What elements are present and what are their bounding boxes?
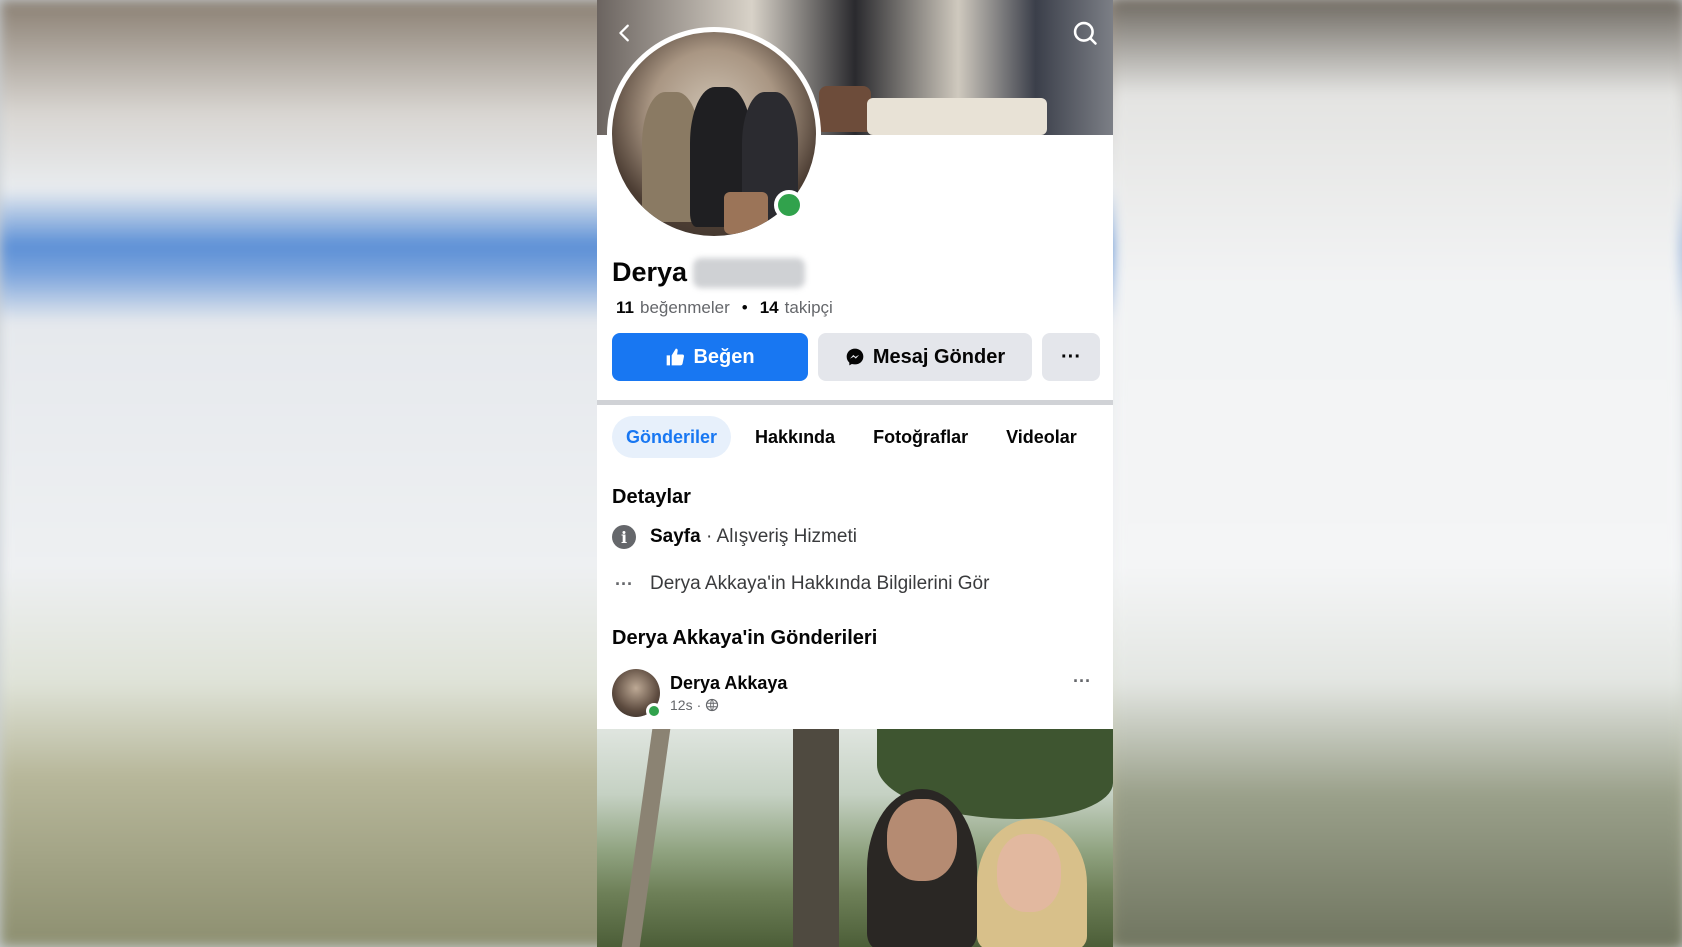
chevron-left-icon [619,24,629,42]
tab-photos[interactable]: Fotoğraflar [859,416,982,458]
search-button[interactable] [1067,15,1103,51]
send-message-button[interactable]: Mesaj Gönder [818,333,1032,381]
photo-tree-trunk [793,729,839,947]
post-meta-separator: · [696,697,702,713]
ellipsis-icon: ··· [1061,345,1081,368]
profile-stats: 11 beğenmeler • 14 takipçi [616,298,833,318]
page-category-row: i Sayfa · Alışveriş Hizmeti [612,525,857,549]
see-about-info-row[interactable]: ··· Derya Akkaya'in Hakkında Bilgilerini… [612,573,989,595]
tab-posts[interactable]: Gönderiler [612,416,732,458]
profile-actions: Beğen Mesaj Gönder ··· [612,333,1100,381]
send-message-label: Mesaj Gönder [872,345,1006,368]
followers-label[interactable]: takipçi [785,298,833,318]
post-author-name[interactable]: Derya Akkaya [670,673,787,694]
online-status-indicator [774,190,804,220]
ellipsis-icon: ··· [615,573,633,594]
thumbs-up-icon [667,348,685,366]
like-page-label: Beğen [693,345,755,368]
profile-name-row: Derya [612,257,806,288]
followers-count: 14 [759,298,779,317]
page-type-strong: Sayfa [650,526,701,547]
post-more-options-button[interactable]: ··· [1066,669,1098,693]
photo-tree-trunk-left [621,729,671,947]
messenger-icon [846,348,864,366]
likes-count: 11 [616,298,634,317]
post-meta: 12s · [670,697,719,713]
info-icon: i [612,525,636,549]
search-icon [1073,21,1097,45]
cover-cake [819,86,871,132]
cover-table [867,98,1047,135]
likes-label[interactable]: beğenmeler [640,298,730,318]
details-title: Detaylar [612,486,691,508]
post-online-indicator [646,703,662,719]
profile-name: Derya [612,257,688,287]
avatar-bag [724,192,768,234]
back-button[interactable] [607,15,643,51]
posts-section-title: Derya Akkaya'in Gönderileri [612,627,878,649]
tab-about[interactable]: Hakkında [741,416,849,458]
more-options-button[interactable]: ··· [1042,333,1100,381]
see-about-info-link[interactable]: Derya Akkaya'in Hakkında Bilgilerini Gör [650,573,989,595]
stats-separator: • [741,298,748,317]
phone-screen: Derya 11 beğenmeler • 14 takipçi Beğen M… [597,0,1113,947]
section-divider [597,400,1113,405]
post-time[interactable]: 12s [670,697,693,713]
globe-icon [706,698,719,712]
blurred-background-right [1113,0,1682,947]
profile-tabs: Gönderiler Hakkında Fotoğraflar Videolar [612,416,1091,458]
redacted-surname [693,257,806,288]
post-header: Derya Akkaya 12s · ··· [612,669,1098,721]
photo-person-1-face [887,799,957,881]
page-category: · Alışveriş Hizmeti [705,526,857,547]
photo-person-2-face [997,834,1061,912]
tab-videos[interactable]: Videolar [992,416,1091,458]
post-photo[interactable] [597,729,1113,947]
like-page-button[interactable]: Beğen [612,333,808,381]
